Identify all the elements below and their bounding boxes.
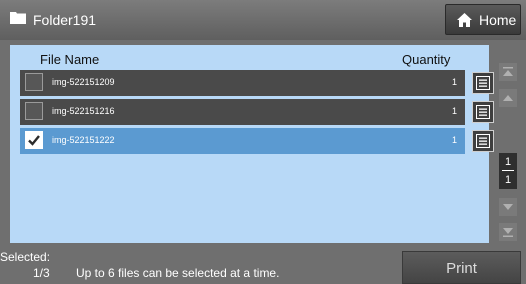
file-name: img-522151222 xyxy=(52,135,115,145)
column-header-file-name: File Name xyxy=(40,52,100,67)
file-details-button[interactable] xyxy=(472,101,494,123)
scroll-first-button[interactable] xyxy=(499,63,517,81)
row-checkbox[interactable] xyxy=(25,73,43,91)
folder-title: Folder191 xyxy=(33,12,97,28)
page-divider xyxy=(502,170,514,171)
list-detail-icon xyxy=(476,134,490,148)
file-name: img-522151209 xyxy=(52,77,115,87)
selection-hint: Up to 6 files can be selected at a time. xyxy=(76,266,280,280)
chevron-up-icon xyxy=(503,95,513,101)
title-bar: Folder191 Home xyxy=(0,0,526,40)
scroll-up-button[interactable] xyxy=(499,89,517,107)
file-row[interactable]: img-522151216 1 xyxy=(20,99,465,125)
print-label: Print xyxy=(446,260,477,277)
current-page: 1 xyxy=(504,156,512,168)
chevron-down-icon xyxy=(503,204,513,210)
file-row[interactable]: img-522151209 1 xyxy=(20,70,465,96)
file-details-button[interactable] xyxy=(472,130,494,152)
selected-count: 1/3 xyxy=(33,266,50,280)
total-pages: 1 xyxy=(504,174,512,186)
scroll-top-icon xyxy=(503,67,513,76)
scroll-down-button[interactable] xyxy=(499,198,517,216)
file-quantity: 1 xyxy=(451,77,457,87)
file-quantity: 1 xyxy=(451,135,457,145)
checkmark-icon xyxy=(28,135,40,146)
scroll-bottom-icon xyxy=(503,228,513,237)
file-row-selected[interactable]: img-522151222 1 xyxy=(20,128,465,154)
file-name: img-522151216 xyxy=(52,106,115,116)
print-button[interactable]: Print xyxy=(402,251,521,284)
selected-label: Selected: xyxy=(0,250,51,264)
page-indicator: 1 1 xyxy=(499,153,517,189)
file-quantity: 1 xyxy=(451,106,457,116)
file-list-panel: File Name Quantity img-522151209 1 img-5… xyxy=(10,45,494,243)
home-button[interactable]: Home xyxy=(445,4,521,35)
scroll-last-button[interactable] xyxy=(499,223,517,241)
list-detail-icon xyxy=(476,105,490,119)
list-detail-icon xyxy=(476,76,490,90)
folder-icon xyxy=(10,12,26,24)
row-checkbox-checked[interactable] xyxy=(25,131,43,149)
home-label: Home xyxy=(479,12,517,28)
home-icon xyxy=(457,13,472,27)
row-checkbox[interactable] xyxy=(25,102,43,120)
file-details-button[interactable] xyxy=(472,72,494,94)
column-header-quantity: Quantity xyxy=(402,52,451,67)
